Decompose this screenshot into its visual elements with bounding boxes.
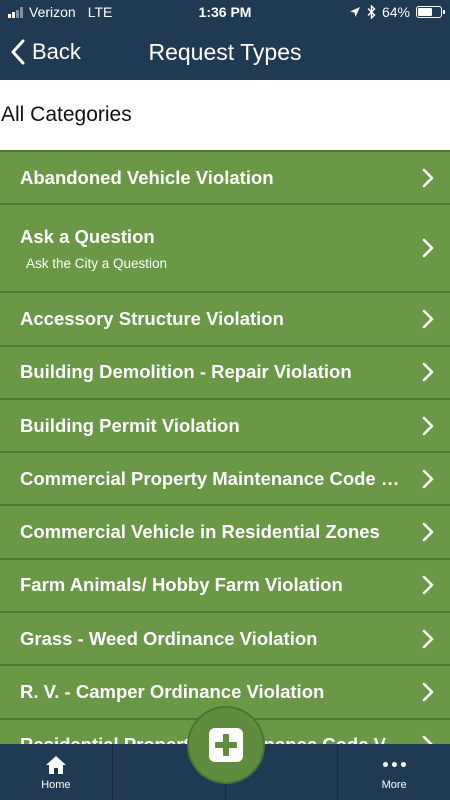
list-item-commercial-vehicle[interactable]: Commercial Vehicle in Residential Zones bbox=[0, 504, 450, 558]
carrier-label: Verizon bbox=[29, 4, 76, 20]
chevron-right-icon bbox=[422, 576, 434, 595]
tab-home[interactable]: Home bbox=[0, 744, 113, 800]
back-button[interactable]: Back bbox=[10, 24, 81, 80]
list-item-title: Commercial Property Maintenance Code Vio… bbox=[20, 467, 406, 489]
chevron-right-icon bbox=[422, 168, 434, 187]
chevron-left-icon bbox=[11, 39, 25, 65]
status-bar: Verizon LTE 1:36 PM 64% bbox=[0, 0, 450, 24]
tab-home-label: Home bbox=[41, 778, 71, 791]
list-item-ask-a-question[interactable]: Ask a Question Ask the City a Question bbox=[0, 203, 450, 292]
back-label: Back bbox=[32, 39, 81, 64]
navigation-bar: Request Types Back bbox=[0, 24, 450, 80]
battery-icon bbox=[416, 6, 445, 18]
section-title: All Categories bbox=[1, 103, 132, 126]
list-item-title: Commercial Vehicle in Residential Zones bbox=[20, 521, 380, 543]
list-item-title: R. V. - Camper Ordinance Violation bbox=[20, 681, 325, 703]
list-item-building-permit[interactable]: Building Permit Violation bbox=[0, 397, 450, 452]
list-item-abandoned-vehicle[interactable]: Abandoned Vehicle Violation bbox=[0, 150, 450, 204]
chevron-right-icon bbox=[422, 469, 434, 489]
bluetooth-icon bbox=[367, 5, 376, 19]
more-dots-icon bbox=[382, 754, 406, 776]
list-item-title: Ask a Question bbox=[20, 225, 155, 247]
list-item-title: Building Demolition - Repair Violation bbox=[20, 361, 352, 383]
chevron-right-icon bbox=[422, 416, 434, 435]
chevron-right-icon bbox=[422, 522, 434, 542]
list-item-title: Farm Animals/ Hobby Farm Violation bbox=[20, 574, 343, 596]
add-request-button[interactable] bbox=[189, 708, 263, 782]
list-item-title: Grass - Weed Ordinance Violation bbox=[20, 627, 318, 649]
signal-icon bbox=[8, 6, 23, 18]
section-header: All Categories bbox=[0, 80, 450, 150]
request-type-list[interactable]: Abandoned Vehicle Violation Ask a Questi… bbox=[0, 150, 450, 744]
list-item-title: Accessory Structure Violation bbox=[20, 307, 284, 329]
home-icon bbox=[45, 755, 66, 774]
list-item-title: Building Permit Violation bbox=[20, 414, 240, 436]
chevron-right-icon bbox=[422, 362, 434, 382]
battery-percent: 64% bbox=[381, 4, 410, 20]
tab-more[interactable]: More bbox=[338, 744, 450, 800]
location-arrow-icon bbox=[349, 7, 360, 17]
status-left: Verizon LTE bbox=[8, 4, 112, 20]
plus-icon bbox=[209, 728, 243, 762]
tab-more-label: More bbox=[381, 778, 407, 791]
list-item-grass-weed[interactable]: Grass - Weed Ordinance Violation bbox=[0, 611, 450, 665]
chevron-right-icon bbox=[422, 309, 434, 329]
list-item-subtitle: Ask the City a Question bbox=[26, 255, 168, 271]
chevron-right-icon bbox=[422, 629, 434, 649]
chevron-right-icon bbox=[422, 736, 433, 744]
network-label: LTE bbox=[87, 4, 113, 20]
list-item-commercial-property[interactable]: Commercial Property Maintenance Code Vio… bbox=[0, 451, 450, 505]
chevron-right-icon bbox=[422, 238, 434, 258]
list-item-farm-animals[interactable]: Farm Animals/ Hobby Farm Violation bbox=[0, 557, 450, 612]
list-item-building-demolition[interactable]: Building Demolition - Repair Violation bbox=[0, 344, 450, 398]
list-item-title: Abandoned Vehicle Violation bbox=[20, 166, 274, 188]
list-item-accessory-structure[interactable]: Accessory Structure Violation bbox=[0, 291, 450, 345]
chevron-right-icon bbox=[422, 682, 434, 702]
status-right: 64% bbox=[349, 4, 445, 20]
